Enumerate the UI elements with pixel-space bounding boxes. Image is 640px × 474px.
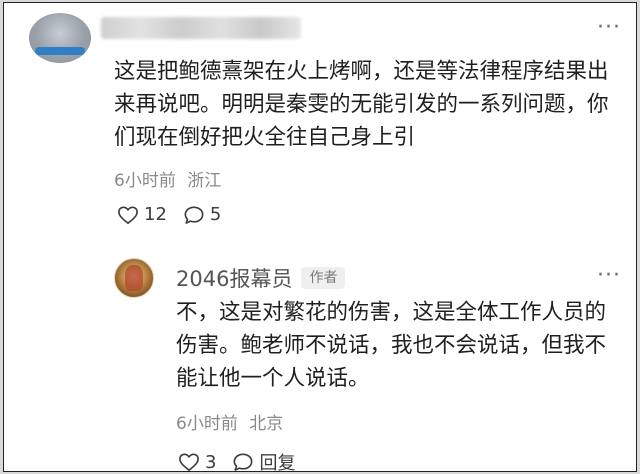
reply-header: 2046报幕员 作者 xyxy=(176,263,346,293)
reply-username[interactable]: 2046报幕员 xyxy=(176,263,292,293)
reply-reply-label: 回复 xyxy=(259,453,296,472)
comment-like-count: 12 xyxy=(144,204,167,225)
more-dots-icon: ··· xyxy=(597,15,621,40)
comment-reply-count-button[interactable]: 5 xyxy=(183,204,221,225)
comment-reply-count: 5 xyxy=(209,204,222,225)
comment-like-button[interactable]: 12 xyxy=(117,204,167,225)
reply-meta: 6小时前 北京 xyxy=(176,409,283,434)
speech-bubble-icon xyxy=(184,205,204,224)
reply-reply-button[interactable]: 回复 xyxy=(232,449,296,472)
comment-actions: 12 5 xyxy=(117,204,237,225)
reply-like-count: 3 xyxy=(205,451,217,472)
reply-avatar[interactable] xyxy=(114,258,154,298)
comment-location: 浙江 xyxy=(187,171,222,191)
comment-card: ··· 这是把鲍德熹架在火上烤啊，还是等法律程序结果出来再说吧。明明是秦雯的无能… xyxy=(3,2,637,472)
comment-meta: 6小时前 浙江 xyxy=(114,166,221,191)
commenter-username-blurred[interactable] xyxy=(101,17,301,39)
reply-actions: 3 回复 xyxy=(178,449,311,472)
reply-like-button[interactable]: 3 xyxy=(178,451,217,472)
comment-time: 6小时前 xyxy=(114,171,176,191)
speech-bubble-icon xyxy=(233,453,253,471)
comment-text: 这是把鲍德熹架在火上烤啊，还是等法律程序结果出来再说吧。明明是秦雯的无能引发的一… xyxy=(114,59,609,150)
reply-more-button[interactable]: ··· xyxy=(597,265,621,287)
more-dots-icon: ··· xyxy=(597,263,621,288)
heart-outline-icon xyxy=(118,205,138,224)
reply-location: 北京 xyxy=(249,414,284,434)
commenter-avatar[interactable] xyxy=(29,13,91,63)
reply-text: 不，这是对繁花的伤害，这是全体工作人员的伤害。鲍老师不说话，我也不会说话，但我不… xyxy=(176,300,607,391)
author-badge: 作者 xyxy=(301,267,346,289)
reply-time: 6小时前 xyxy=(176,414,238,434)
comment-more-button[interactable]: ··· xyxy=(597,17,621,39)
heart-outline-icon xyxy=(179,453,199,471)
